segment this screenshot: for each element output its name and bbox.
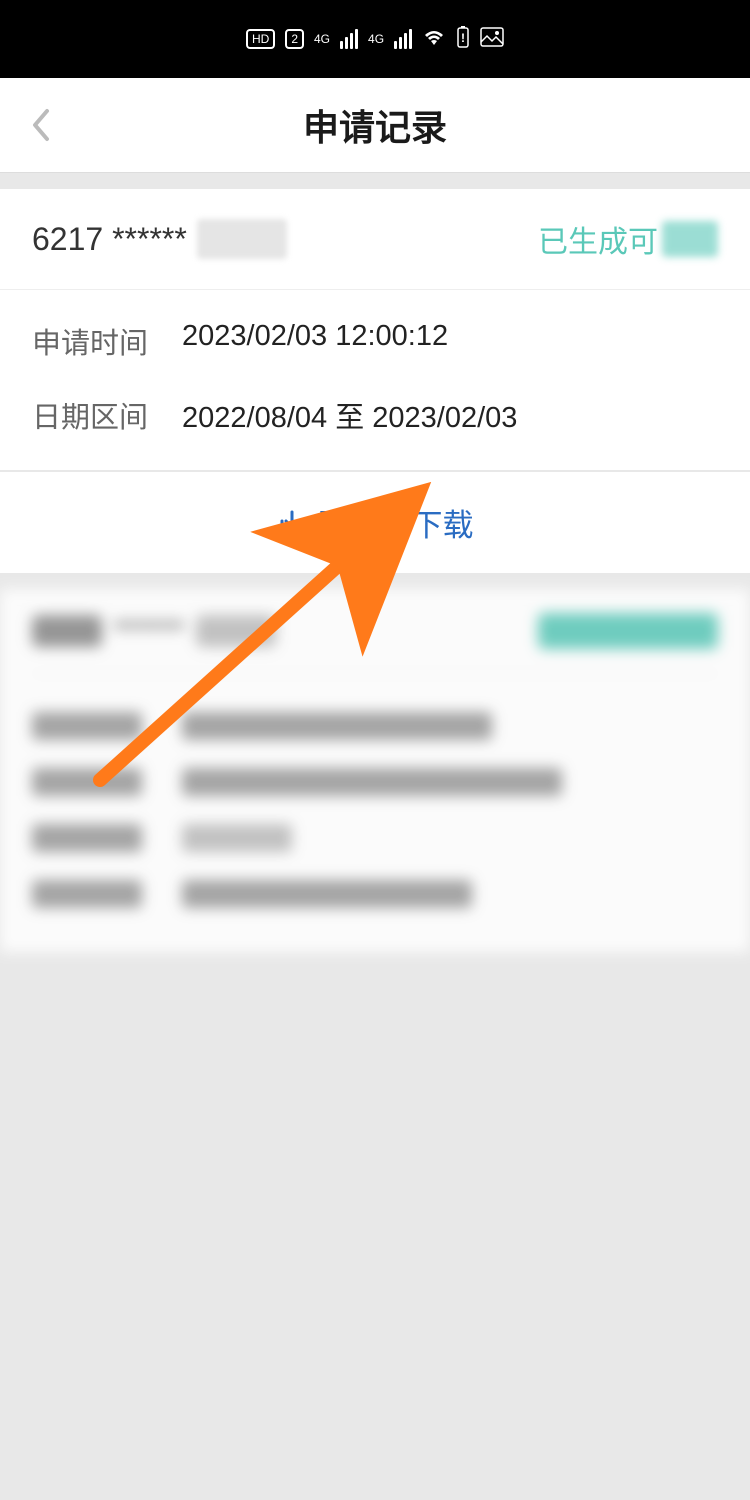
image-icon [480,27,504,52]
signal-icon-1 [340,29,358,49]
status-icons-group: HD 2 4G 4G ! [246,25,504,54]
battery-warning-icon: ! [456,25,470,54]
account-number-text: 6217 ****** [32,221,187,258]
sim-icon: 2 [285,29,304,49]
network-4g-2: 4G [368,32,384,46]
status-text-masked [662,221,718,257]
apply-time-row: 申请时间 2023/02/03 12:00:12 [0,304,750,378]
signal-icon-2 [394,29,412,49]
preview-download-button[interactable]: 预览并下载 [277,500,474,545]
status-badge: 已生成可 [538,217,718,261]
date-range-value: 2022/08/04 至 2023/02/03 [182,394,517,436]
date-range-label: 日期区间 [32,394,182,436]
account-number-masked [197,219,287,259]
download-label: 预览并下载 [319,500,474,545]
navbar: 申请记录 [0,78,750,173]
page-title: 申请记录 [0,99,750,151]
record-header: 6217 ****** 已生成可 [0,189,750,290]
record-card-blurred: ****** [0,589,750,952]
action-bar: 预览并下载 [0,472,750,573]
apply-time-label: 申请时间 [32,320,182,362]
wifi-icon [422,27,446,52]
hd-icon: HD [246,29,275,49]
account-number: 6217 ****** [32,219,287,259]
back-button[interactable] [20,105,60,145]
record-body: 申请时间 2023/02/03 12:00:12 日期区间 2022/08/04… [0,290,750,470]
date-range-row: 日期区间 2022/08/04 至 2023/02/03 [0,378,750,452]
apply-time-value: 2023/02/03 12:00:12 [182,320,448,362]
network-4g-1: 4G [314,32,330,46]
record-card: 6217 ****** 已生成可 申请时间 2023/02/03 12:00:1… [0,189,750,470]
svg-text:!: ! [461,31,465,45]
status-text: 已生成可 [538,217,658,261]
chevron-left-icon [29,107,51,143]
download-icon [277,508,307,538]
status-bar: HD 2 4G 4G ! [0,0,750,78]
